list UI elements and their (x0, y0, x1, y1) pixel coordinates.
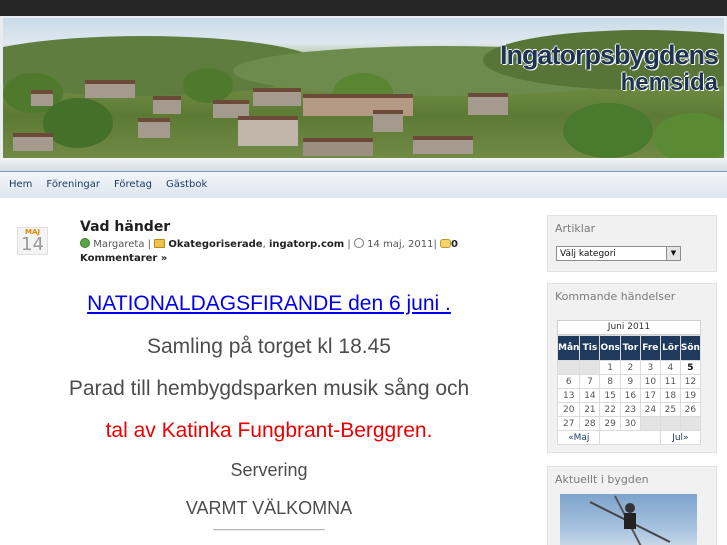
category-link-2[interactable]: ingatorp.com (269, 239, 344, 250)
weekday-header: Tor (619, 335, 641, 361)
weekday-header: Fre (639, 335, 661, 361)
clock-icon (353, 238, 364, 248)
author-icon (80, 238, 90, 248)
calendar-day: 20 (556, 402, 581, 417)
post-line-7: ____________________ (213, 520, 325, 531)
site-header: Ingatorpsbygdens hemsida (0, 16, 727, 171)
calendar-day: 23 (619, 402, 641, 417)
calendar-day: 19 (679, 388, 701, 403)
calendar-day: 3 (639, 360, 661, 375)
post-line-1[interactable]: NATIONALDAGSFIRANDE den 6 juni . (0, 292, 538, 316)
folder-icon (154, 239, 166, 248)
sidebar: Artiklar Välj kategori ▼ Kommande händel… (538, 198, 727, 545)
category-link-1[interactable]: Okategoriserade (168, 239, 262, 250)
comment-icon (440, 239, 452, 248)
calendar-day: 6 (556, 374, 581, 389)
calendar-day-empty (639, 416, 661, 431)
category-select-value: Välj kategori (560, 249, 616, 259)
weekday-header: Sön (679, 335, 701, 361)
calendar-day-empty (659, 416, 681, 431)
calendar-day-today: 5 (679, 360, 701, 375)
calendar-day: 16 (619, 388, 641, 403)
calendar-day: 11 (659, 374, 681, 389)
calendar-day: 27 (556, 416, 581, 431)
calendar-day: 7 (579, 374, 601, 389)
news-title: Aktuellt i bygden (555, 473, 649, 486)
calendar-day: 29 (599, 416, 621, 431)
nav-item-hem[interactable]: Hem (9, 172, 32, 198)
post-line-6: VARMT VÄLKOMNA (185, 498, 353, 518)
post-title[interactable]: Vad händer (80, 219, 170, 235)
calendar-day: 1 (599, 360, 621, 375)
calendar-day: 18 (659, 388, 681, 403)
logo-title: Ingatorpsbygdens (499, 40, 719, 70)
post-date-badge: MAJ 14 (17, 227, 48, 255)
calendar-day: 21 (579, 402, 601, 417)
weekday-header: Tis (579, 335, 601, 361)
calendar-day: 15 (599, 388, 621, 403)
events-widget: Kommande händelser Juni 2011 Mån Tis Ons… (547, 283, 717, 453)
header-banner-image: Ingatorpsbygdens hemsida (3, 18, 724, 158)
calendar-day: 2 (619, 360, 641, 375)
post-author: Margareta (93, 239, 145, 250)
calendar-day: 8 (599, 374, 621, 389)
category-select[interactable]: Välj kategori ▼ (556, 246, 681, 261)
main-content: MAJ 14 Vad händer Margareta | Okategoris… (0, 198, 538, 545)
post-line-3: Parad till hembygdsparken musik sång och (68, 377, 470, 400)
post-line-5: Servering (230, 460, 308, 480)
date-day: 14 (21, 234, 44, 255)
calendar-month: Juni 2011 (557, 320, 701, 335)
calendar-day: 9 (619, 374, 641, 389)
page: Ingatorpsbygdens hemsida Hem Föreningar … (0, 0, 727, 545)
main-nav: Hem Föreningar Företag Gästbok (0, 171, 727, 199)
site-logo[interactable]: Ingatorpsbygdens hemsida (499, 40, 719, 96)
calendar-day: 12 (679, 374, 701, 389)
calendar-prev-link[interactable]: «Maj (556, 430, 601, 445)
logo-subtitle: hemsida (620, 69, 718, 96)
event-calendar: Juni 2011 Mån Tis Ons Tor Fre Lör Sön 1 … (556, 320, 701, 445)
weekday-header: Mån (556, 335, 581, 361)
weekday-header: Ons (599, 335, 621, 361)
news-photo-image[interactable] (560, 494, 697, 545)
calendar-day: 28 (579, 416, 601, 431)
calendar-day: 25 (659, 402, 681, 417)
calendar-day: 26 (679, 402, 701, 417)
calendar-day-empty (579, 360, 601, 375)
weekday-header: Lör (659, 335, 681, 361)
calendar-day: 4 (659, 360, 681, 375)
top-bar (0, 0, 727, 16)
news-widget: Aktuellt i bygden (547, 466, 717, 545)
post-meta: Margareta | Okategoriserade, ingatorp.co… (80, 238, 458, 264)
nav-item-foretag[interactable]: Företag (114, 172, 152, 198)
post-date: 14 maj, 2011 (367, 239, 434, 250)
calendar-day: 22 (599, 402, 621, 417)
header-strip (0, 158, 727, 171)
articles-widget: Artiklar Välj kategori ▼ (547, 215, 717, 272)
events-title: Kommande händelser (555, 290, 676, 303)
nav-item-foreningar[interactable]: Föreningar (46, 172, 100, 198)
calendar-day: 30 (619, 416, 641, 431)
calendar-day: 10 (639, 374, 661, 389)
post-line-4: tal av Katinka Fungbrant-Berggren. (105, 419, 433, 442)
calendar-day: 24 (639, 402, 661, 417)
chevron-down-icon[interactable]: ▼ (666, 247, 680, 260)
post-line-2: Samling på torget kl 18.45 (147, 335, 391, 358)
calendar-day-empty (556, 360, 581, 375)
calendar-day: 14 (579, 388, 601, 403)
calendar-day: 13 (556, 388, 581, 403)
calendar-next-link[interactable]: Jul» (659, 430, 701, 445)
nav-item-gastbok[interactable]: Gästbok (166, 172, 207, 198)
calendar-day: 17 (639, 388, 661, 403)
calendar-day-empty (679, 416, 701, 431)
articles-title: Artiklar (555, 222, 596, 235)
calendar-footer-spacer (599, 430, 661, 445)
